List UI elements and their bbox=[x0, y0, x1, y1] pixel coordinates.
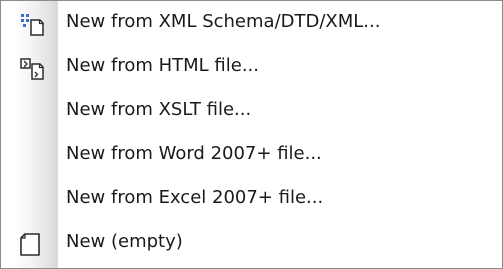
menu-item-new-from-xml-schema[interactable]: New from XML Schema/DTD/XML... bbox=[1, 3, 502, 43]
menu-item-label: New (empty) bbox=[66, 231, 183, 252]
menu-item-label: New from Excel 2007+ file... bbox=[66, 187, 324, 208]
menu-item-new-from-word[interactable]: New from Word 2007+ file... bbox=[1, 135, 502, 175]
html-convert-document-icon bbox=[19, 55, 45, 81]
menu-item-new-from-excel[interactable]: New from Excel 2007+ file... bbox=[1, 179, 502, 219]
menu-item-new-empty[interactable]: New (empty) bbox=[1, 223, 502, 263]
menu-item-label: New from XSLT file... bbox=[66, 99, 252, 120]
menu-item-new-from-xslt[interactable]: New from XSLT file... bbox=[1, 91, 502, 131]
menu-item-label: New from Word 2007+ file... bbox=[66, 143, 322, 164]
new-document-menu: New from XML Schema/DTD/XML... New from … bbox=[0, 0, 503, 269]
menu-item-new-from-html[interactable]: New from HTML file... bbox=[1, 47, 502, 87]
menu-item-label: New from XML Schema/DTD/XML... bbox=[66, 11, 381, 32]
blank-document-icon bbox=[19, 231, 45, 257]
menu-item-label: New from HTML file... bbox=[66, 55, 259, 76]
schema-tree-document-icon bbox=[19, 11, 45, 37]
